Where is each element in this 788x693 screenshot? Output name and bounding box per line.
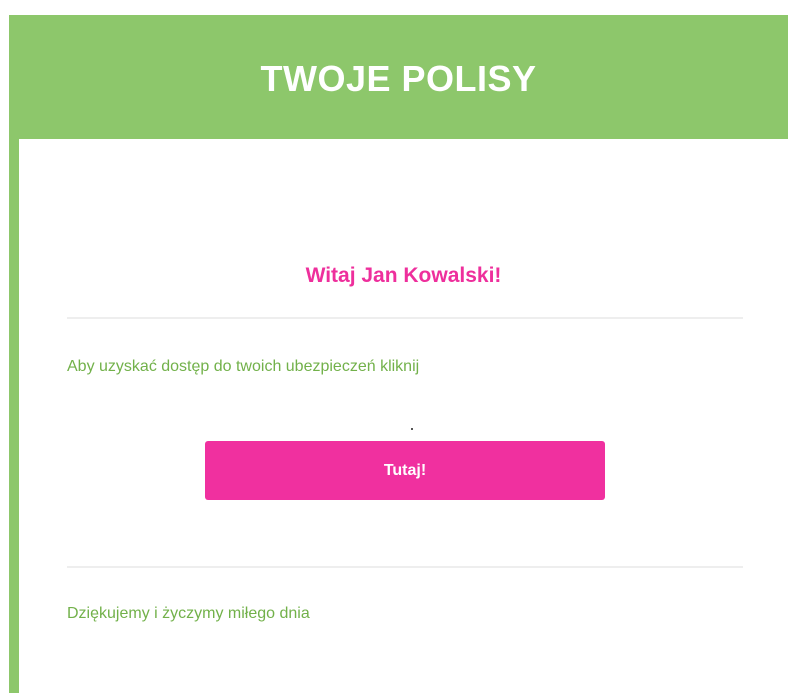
- stray-dot: [411, 428, 413, 430]
- instruction-text: Aby uzyskać dostęp do twoich ubezpieczeń…: [67, 358, 420, 375]
- header-banner: TWOJE POLISY: [9, 15, 788, 139]
- greeting-heading: Witaj Jan Kowalski!: [305, 264, 502, 287]
- email-frame: TWOJE POLISY Witaj Jan Kowalski! Aby uzy…: [9, 15, 788, 693]
- here-button[interactable]: Tutaj!: [205, 441, 605, 500]
- closing-text: Dziękujemy i życzymy miłego dnia: [67, 605, 310, 622]
- header-title: TWOJE POLISY: [260, 58, 537, 99]
- divider-bottom: [67, 566, 743, 568]
- divider-top: [67, 317, 743, 319]
- content-panel: Witaj Jan Kowalski! Aby uzyskać dostęp d…: [19, 139, 788, 693]
